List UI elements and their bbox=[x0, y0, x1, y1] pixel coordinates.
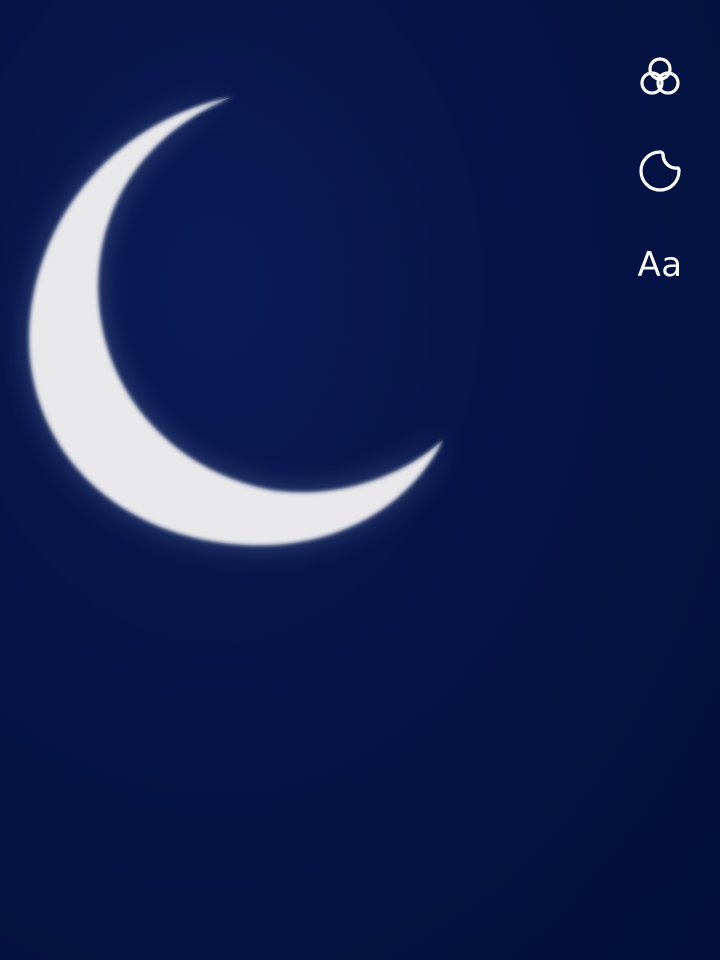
sticker-icon bbox=[636, 147, 684, 195]
text-tool-icon: Aa bbox=[637, 245, 683, 285]
crescent-moon-image bbox=[29, 97, 444, 546]
color-filters-button[interactable] bbox=[633, 50, 687, 104]
color-filters-icon bbox=[636, 53, 684, 101]
sticker-button[interactable] bbox=[633, 144, 687, 198]
photo-canvas: Aa bbox=[0, 0, 720, 960]
editing-toolbar: Aa bbox=[630, 50, 690, 332]
text-tool-button[interactable]: Aa bbox=[633, 238, 687, 292]
